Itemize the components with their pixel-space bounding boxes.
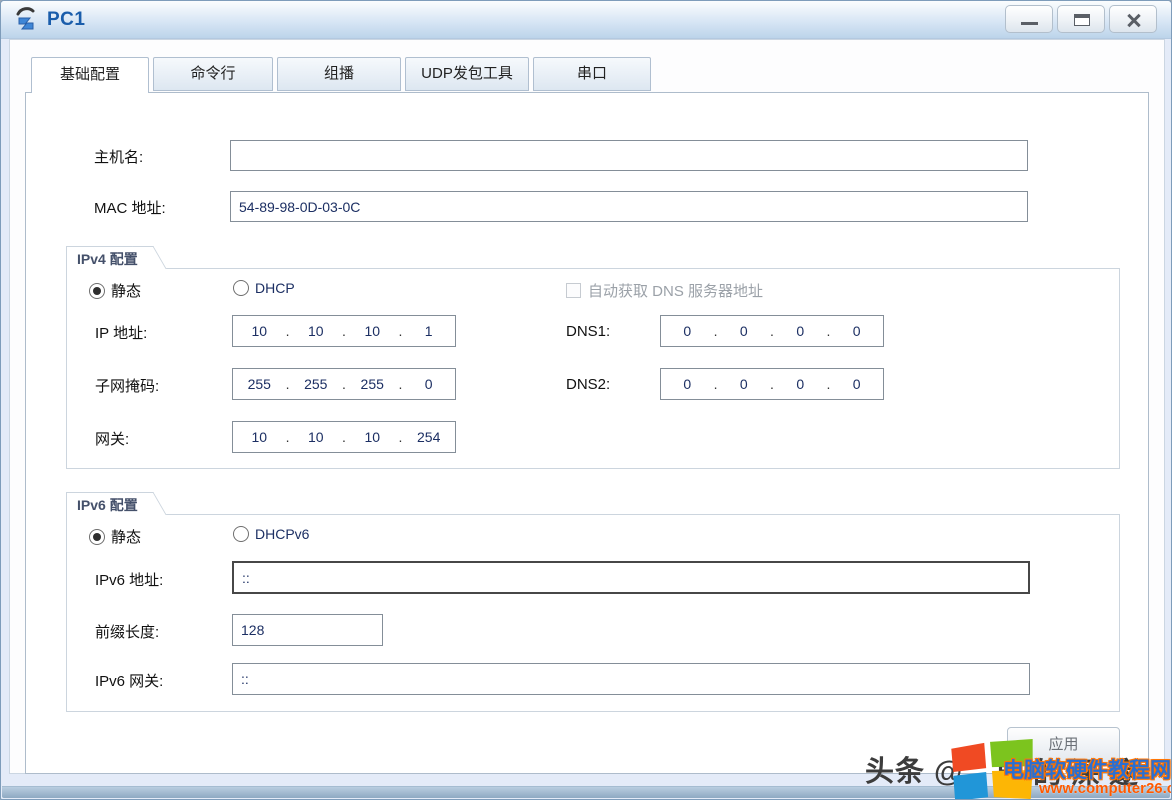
dns1-label: DNS1: <box>566 323 610 340</box>
radio-selected-icon <box>89 529 105 545</box>
mac-address-label: MAC 地址: <box>94 197 166 218</box>
ipv4-dhcp-label: DHCP <box>255 280 295 296</box>
ipv6-dhcp-radio[interactable]: DHCPv6 <box>233 526 309 542</box>
ip-octet: 0 <box>402 376 455 392</box>
window-title: PC1 <box>47 9 85 31</box>
ip-address-input[interactable]: 10 10 10 1 <box>232 315 456 347</box>
checkbox-unchecked-icon <box>566 283 581 298</box>
hostname-input[interactable] <box>230 140 1028 171</box>
ip-octet: 0 <box>717 376 770 392</box>
ipv6-section-title: IPv6 配置 <box>77 497 138 513</box>
ipv6-address-input[interactable] <box>232 561 1030 594</box>
ip-octet: 254 <box>402 429 455 445</box>
ipv4-static-radio[interactable]: 静态 <box>89 280 141 301</box>
radio-selected-icon <box>89 283 105 299</box>
ensp-pc-icon <box>13 6 41 34</box>
tab-command-line[interactable]: 命令行 <box>153 57 273 91</box>
titlebar: PC1 <box>1 1 1171 39</box>
ipv6-gateway-label: IPv6 网关: <box>95 670 163 691</box>
ip-octet: 1 <box>402 323 455 339</box>
ipv4-section-tab: IPv4 配置 <box>66 246 146 269</box>
close-icon <box>1126 12 1142 28</box>
prefix-length-input[interactable] <box>232 614 383 646</box>
ip-octet: 0 <box>774 323 827 339</box>
prefix-length-label: 前缀长度: <box>95 621 159 642</box>
subnet-mask-label: 子网掩码: <box>95 375 159 396</box>
minimize-button[interactable] <box>1005 5 1053 33</box>
ipv4-group: 静态 DHCP 自动获取 DNS 服务器地址 IP 地址: 10 10 10 1… <box>66 268 1120 469</box>
tab-bar: 基础配置 命令行 组播 UDP发包工具 串口 <box>31 57 651 93</box>
ip-octet: 0 <box>774 376 827 392</box>
ip-octet: 10 <box>346 429 399 445</box>
tab-serial[interactable]: 串口 <box>533 57 651 91</box>
ip-octet: 10 <box>289 429 342 445</box>
ip-octet: 0 <box>717 323 770 339</box>
ip-octet: 255 <box>346 376 399 392</box>
ipv4-dhcp-radio[interactable]: DHCP <box>233 280 295 296</box>
auto-dns-label: 自动获取 DNS 服务器地址 <box>588 280 763 301</box>
watermark-site-url: www.computer26.com <box>1039 780 1172 797</box>
ipv4-section-title: IPv4 配置 <box>77 251 138 267</box>
mac-address-input[interactable] <box>230 191 1028 222</box>
ip-octet: 255 <box>233 376 286 392</box>
window-controls <box>1005 5 1157 33</box>
basic-config-panel: 主机名: MAC 地址: IPv4 配置 静态 DHCP 自动获取 DNS 服务… <box>25 92 1149 774</box>
ipv6-gateway-input[interactable] <box>232 663 1030 695</box>
dns2-input[interactable]: 0 0 0 0 <box>660 368 884 400</box>
maximize-button[interactable] <box>1057 5 1105 33</box>
ip-octet: 0 <box>661 376 714 392</box>
close-button[interactable] <box>1109 5 1157 33</box>
ip-octet: 255 <box>289 376 342 392</box>
ipv4-static-label: 静态 <box>111 280 141 301</box>
ipv6-address-label: IPv6 地址: <box>95 569 163 590</box>
dns2-label: DNS2: <box>566 376 610 393</box>
ipv6-section-tab: IPv6 配置 <box>66 492 146 515</box>
ip-octet: 0 <box>830 323 883 339</box>
tab-udp-tool[interactable]: UDP发包工具 <box>405 57 529 91</box>
dns1-input[interactable]: 0 0 0 0 <box>660 315 884 347</box>
pc-config-window: PC1 基础配置 命令行 组播 UDP发包工具 串口 主机名: MAC 地址: <box>0 0 1172 800</box>
ip-octet: 10 <box>233 323 286 339</box>
ip-octet: 10 <box>346 323 399 339</box>
maximize-icon <box>1074 14 1090 26</box>
ip-address-label: IP 地址: <box>95 322 147 343</box>
ip-octet: 0 <box>661 323 714 339</box>
ipv6-dhcp-label: DHCPv6 <box>255 526 309 542</box>
ip-octet: 10 <box>289 323 342 339</box>
auto-dns-checkbox[interactable]: 自动获取 DNS 服务器地址 <box>566 280 763 301</box>
ipv6-static-radio[interactable]: 静态 <box>89 526 141 547</box>
ip-octet: 0 <box>830 376 883 392</box>
radio-unselected-icon <box>233 526 249 542</box>
ip-octet: 10 <box>233 429 286 445</box>
ipv6-static-label: 静态 <box>111 526 141 547</box>
minimize-icon <box>1021 22 1038 25</box>
subnet-mask-input[interactable]: 255 255 255 0 <box>232 368 456 400</box>
tab-basic-config[interactable]: 基础配置 <box>31 57 149 93</box>
radio-unselected-icon <box>233 280 249 296</box>
hostname-label: 主机名: <box>94 146 143 167</box>
gateway-label: 网关: <box>95 428 129 449</box>
gateway-input[interactable]: 10 10 10 254 <box>232 421 456 453</box>
tab-multicast[interactable]: 组播 <box>277 57 401 91</box>
ipv6-group: 静态 DHCPv6 IPv6 地址: 前缀长度: IPv6 网关: <box>66 514 1120 712</box>
